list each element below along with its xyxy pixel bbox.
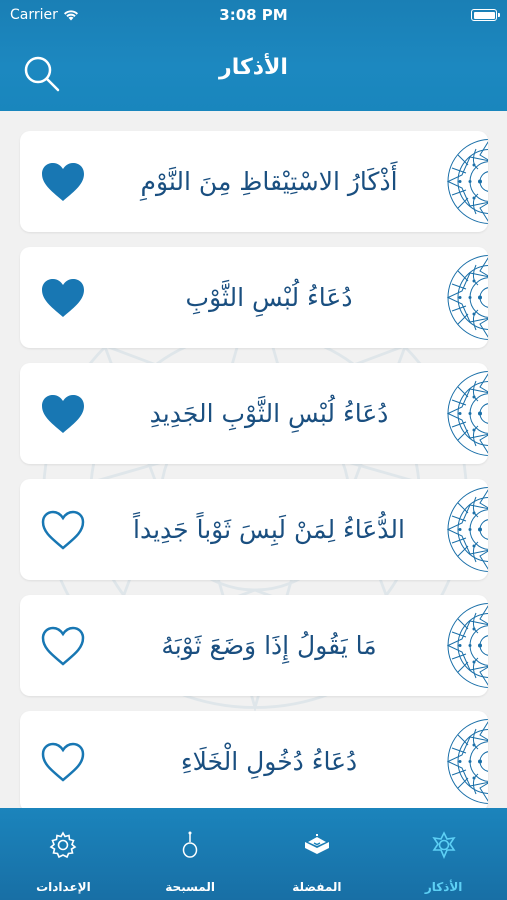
tab-label: المفضلة (292, 880, 342, 894)
mandala-ornament-icon (446, 487, 488, 572)
dhikr-title: دُعَاءُ دُخُولِ الْخَلَاءِ (180, 747, 358, 776)
mandala-ornament-icon (446, 719, 488, 804)
page-title: الأذكار (219, 55, 288, 80)
dhikr-title: أَذْكَارُ الاسْتِيْقاظِ مِنَ النَّوْمِ (140, 167, 398, 196)
battery-icon (471, 9, 500, 21)
heart-filled-icon[interactable] (40, 161, 86, 203)
dhikr-card[interactable]: دُعَاءُ لُبْسِ الثَّوْبِ الجَدِيدِ (20, 363, 488, 464)
dhikr-card[interactable]: دُعَاءُ دُخُولِ الْخَلَاءِ (20, 711, 488, 812)
header: Carrier 3:08 PM الأذكار (0, 0, 507, 111)
tab-tasbih[interactable]: المسبحة (127, 808, 254, 900)
tab-favorites[interactable]: المفضلة (254, 808, 381, 900)
favorites-quran-icon (302, 830, 332, 860)
tab-adhkar[interactable]: الأذكار (380, 808, 507, 900)
tasbih-icon (175, 830, 205, 860)
tab-label: الإعدادات (36, 880, 91, 894)
dhikr-title: دُعَاءُ لُبْسِ الثَّوْبِ الجَدِيدِ (149, 399, 389, 428)
dhikr-card[interactable]: أَذْكَارُ الاسْتِيْقاظِ مِنَ النَّوْمِ (20, 131, 488, 232)
heart-filled-icon[interactable] (40, 277, 86, 319)
dhikr-title: مَا يَقُولُ إِذَا وَضَعَ ثَوْبَهُ (161, 631, 377, 660)
dhikr-card[interactable]: الدُّعَاءُ لِمَنْ لَبِسَ ثَوْباً جَدِيدا… (20, 479, 488, 580)
tab-settings[interactable]: الإعدادات (0, 808, 127, 900)
heart-outline-icon[interactable] (40, 625, 86, 667)
tab-bar: الأذكار المفضلة المسبحة الإعدادات (0, 808, 507, 900)
adhkar-icon (429, 830, 459, 860)
dhikr-card[interactable]: دُعَاءُ لُبْسِ الثَّوْبِ (20, 247, 488, 348)
mandala-ornament-icon (446, 603, 488, 688)
heart-outline-icon[interactable] (40, 741, 86, 783)
mandala-ornament-icon (446, 371, 488, 456)
status-bar: Carrier 3:08 PM (0, 0, 507, 30)
mandala-ornament-icon (446, 255, 488, 340)
dhikr-card[interactable]: مَا يَقُولُ إِذَا وَضَعَ ثَوْبَهُ (20, 595, 488, 696)
tab-label: المسبحة (165, 880, 215, 894)
heart-outline-icon[interactable] (40, 509, 86, 551)
dhikr-title: دُعَاءُ لُبْسِ الثَّوْبِ (185, 283, 353, 312)
tab-label: الأذكار (424, 880, 463, 894)
dhikr-title: الدُّعَاءُ لِمَنْ لَبِسَ ثَوْباً جَدِيدا… (133, 515, 405, 544)
settings-gear-icon (48, 830, 78, 860)
mandala-ornament-icon (446, 139, 488, 224)
status-time: 3:08 PM (219, 6, 288, 24)
heart-filled-icon[interactable] (40, 393, 86, 435)
